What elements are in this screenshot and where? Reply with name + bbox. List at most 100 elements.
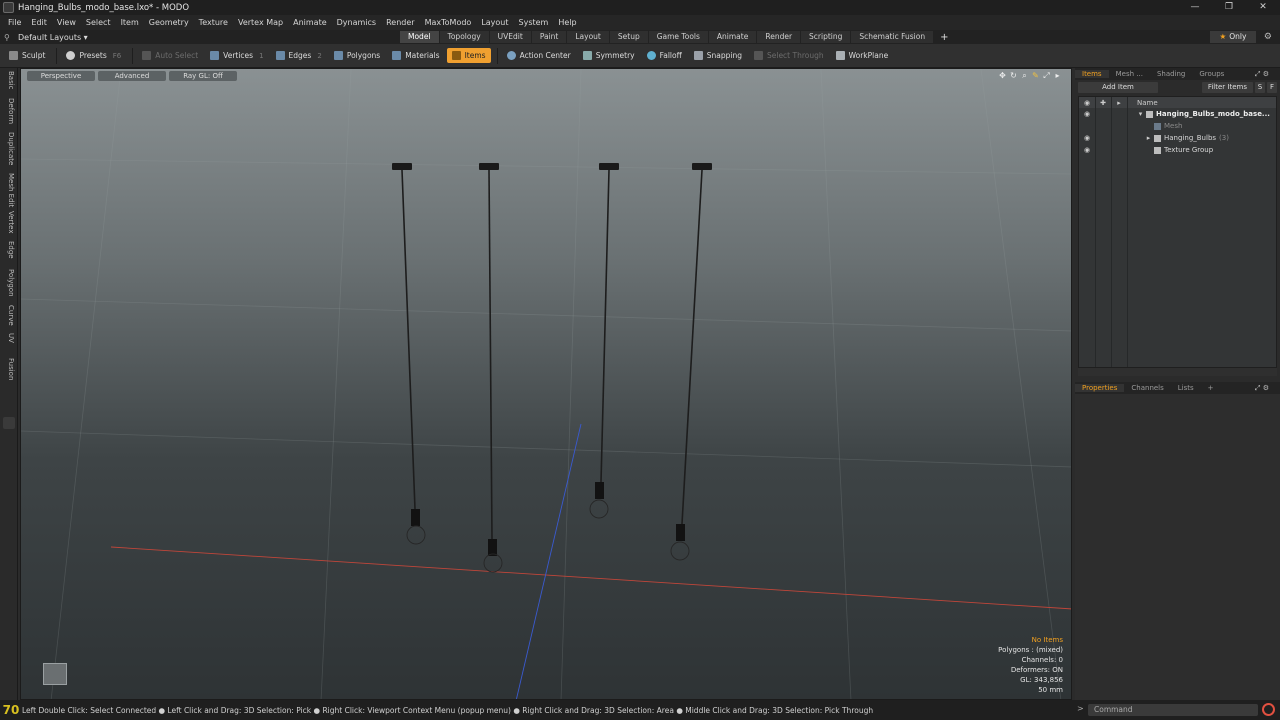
layout-tab-uvedit[interactable]: UVEdit bbox=[489, 31, 531, 43]
item-row[interactable]: Mesh bbox=[1079, 120, 1276, 132]
left-tab-curve[interactable]: Curve bbox=[3, 305, 15, 326]
snapping-button[interactable]: Snapping bbox=[689, 48, 747, 63]
polygons-button[interactable]: Polygons bbox=[329, 48, 385, 63]
menu-file[interactable]: File bbox=[3, 18, 26, 27]
add-tab-icon[interactable]: + bbox=[940, 32, 948, 43]
add-panel-tab-icon[interactable]: + bbox=[1201, 384, 1221, 392]
layouts-dropdown[interactable]: ⚲ Default Layouts ▾ bbox=[4, 33, 400, 42]
visibility-eye-icon[interactable]: ◉ bbox=[1079, 110, 1095, 118]
items-scrollbar[interactable] bbox=[1078, 368, 1277, 376]
left-tab-uv[interactable]: UV bbox=[3, 333, 15, 343]
left-tab-vertex[interactable]: Vertex bbox=[3, 211, 15, 234]
command-input[interactable]: Command bbox=[1088, 704, 1258, 716]
menu-render[interactable]: Render bbox=[381, 18, 419, 27]
vertices-button[interactable]: Vertices 1 bbox=[205, 48, 268, 63]
items-button[interactable]: Items bbox=[446, 48, 491, 63]
hanging-bulb[interactable] bbox=[589, 163, 619, 519]
left-tab-edge[interactable]: Edge bbox=[3, 241, 15, 259]
toolbox-toggle-icon[interactable] bbox=[3, 417, 15, 429]
layout-tab-scripting[interactable]: Scripting bbox=[801, 31, 851, 43]
layout-tab-model[interactable]: Model bbox=[400, 31, 439, 43]
presets-button[interactable]: Presets F6 bbox=[61, 48, 126, 63]
layout-tab-schematic-fusion[interactable]: Schematic Fusion bbox=[851, 31, 934, 43]
close-button[interactable]: ✕ bbox=[1246, 0, 1280, 15]
filter-items-button[interactable]: Filter Items bbox=[1201, 82, 1253, 93]
menu-geometry[interactable]: Geometry bbox=[144, 18, 194, 27]
filter-f-button[interactable]: F bbox=[1267, 82, 1277, 93]
panel-tab-properties[interactable]: Properties bbox=[1075, 384, 1125, 392]
hanging-bulb[interactable] bbox=[670, 163, 712, 561]
minimize-button[interactable]: — bbox=[1178, 0, 1212, 15]
panel-options-icon[interactable]: ⤢ ⚙ bbox=[1248, 70, 1276, 79]
layout-tab-setup[interactable]: Setup bbox=[609, 31, 648, 43]
menu-layout[interactable]: Layout bbox=[476, 18, 513, 27]
symmetry-button[interactable]: Symmetry bbox=[578, 48, 640, 63]
left-tab-fusion[interactable]: Fusion bbox=[3, 358, 15, 380]
panel-tab-channels[interactable]: Channels bbox=[1124, 384, 1170, 392]
item-row[interactable]: ◉ ▾ Hanging_Bulbs_modo_base... bbox=[1079, 108, 1276, 120]
edges-button[interactable]: Edges 2 bbox=[271, 48, 327, 63]
panel-tab-mesh[interactable]: Mesh ... bbox=[1109, 70, 1150, 78]
left-tab-deform[interactable]: Deform bbox=[3, 98, 15, 124]
layout-tab-layout[interactable]: Layout bbox=[567, 31, 609, 43]
only-toggle[interactable]: ★ Only bbox=[1210, 31, 1256, 43]
action-center-button[interactable]: Action Center bbox=[502, 48, 576, 63]
expand-arrow-icon[interactable]: ▾ bbox=[1135, 110, 1146, 118]
menu-animate[interactable]: Animate bbox=[288, 18, 332, 27]
layout-tab-topology[interactable]: Topology bbox=[439, 31, 489, 43]
hanging-bulb[interactable] bbox=[392, 163, 426, 545]
maximize-button[interactable]: ❐ bbox=[1212, 0, 1246, 15]
expand-icon[interactable]: ⤢ bbox=[1041, 71, 1052, 81]
menu-system[interactable]: System bbox=[514, 18, 554, 27]
falloff-button[interactable]: Falloff bbox=[642, 48, 687, 63]
raygl-toggle[interactable]: Ray GL: Off bbox=[169, 71, 237, 81]
materials-button[interactable]: Materials bbox=[387, 48, 444, 63]
panel-options-icon[interactable]: ⤢ ⚙ bbox=[1248, 384, 1276, 393]
left-tab-mesh-edit[interactable]: Mesh Edit bbox=[3, 173, 15, 207]
layout-tab-render[interactable]: Render bbox=[757, 31, 801, 43]
expand-arrow-icon[interactable]: ▸ bbox=[1143, 134, 1154, 142]
panel-tab-items[interactable]: Items bbox=[1075, 70, 1109, 78]
menu-help[interactable]: Help bbox=[553, 18, 581, 27]
left-tab-basic[interactable]: Basic bbox=[3, 71, 15, 90]
panel-tab-lists[interactable]: Lists bbox=[1171, 384, 1201, 392]
select-through-button[interactable]: Select Through bbox=[749, 48, 829, 63]
view-mode-dropdown[interactable]: Perspective bbox=[27, 71, 95, 81]
add-item-button[interactable]: Add Item bbox=[1078, 82, 1158, 93]
auto-select-button[interactable]: Auto Select bbox=[137, 48, 203, 63]
camera-icon[interactable]: ✎ bbox=[1030, 71, 1041, 81]
symmetry-icon bbox=[582, 51, 592, 60]
pan-icon[interactable]: ✥ bbox=[997, 71, 1008, 81]
menu-item[interactable]: Item bbox=[116, 18, 144, 27]
visibility-eye-icon[interactable]: ◉ bbox=[1079, 134, 1095, 142]
visibility-eye-icon[interactable]: ◉ bbox=[1079, 146, 1095, 154]
layout-tab-paint[interactable]: Paint bbox=[531, 31, 567, 43]
item-row[interactable]: ◉ ▸ Hanging_Bulbs (3) bbox=[1079, 132, 1276, 144]
workplane-button[interactable]: WorkPlane bbox=[831, 48, 894, 63]
shading-mode-dropdown[interactable]: Advanced bbox=[98, 71, 166, 81]
panel-tab-groups[interactable]: Groups bbox=[1192, 70, 1231, 78]
3d-viewport[interactable]: Perspective Advanced Ray GL: Off ✥ ↻ ⌕ ✎… bbox=[20, 68, 1072, 700]
left-tab-polygon[interactable]: Polygon bbox=[3, 269, 15, 297]
left-tab-duplicate[interactable]: Duplicate bbox=[3, 132, 15, 165]
filter-s-button[interactable]: S bbox=[1255, 82, 1265, 93]
panel-tab-shading[interactable]: Shading bbox=[1150, 70, 1192, 78]
zoom-icon[interactable]: ⌕ bbox=[1019, 71, 1030, 81]
gear-icon[interactable]: ⚙ bbox=[1264, 30, 1272, 44]
menu-dynamics[interactable]: Dynamics bbox=[332, 18, 381, 27]
layout-tab-animate[interactable]: Animate bbox=[708, 31, 757, 43]
hanging-bulb[interactable] bbox=[479, 163, 503, 573]
menu-maxtomodo[interactable]: MaxToModo bbox=[420, 18, 477, 27]
orbit-icon[interactable]: ↻ bbox=[1008, 71, 1019, 81]
sculpt-button[interactable]: Sculpt bbox=[4, 48, 50, 63]
item-row[interactable]: ◉ Texture Group bbox=[1079, 144, 1276, 156]
name-column-header[interactable]: Name bbox=[1137, 99, 1158, 107]
menu-texture[interactable]: Texture bbox=[194, 18, 233, 27]
layout-tab-game-tools[interactable]: Game Tools bbox=[648, 31, 708, 43]
menu-view[interactable]: View bbox=[52, 18, 81, 27]
menu-select[interactable]: Select bbox=[81, 18, 116, 27]
viewport-menu-icon[interactable]: ▸ bbox=[1052, 71, 1063, 81]
record-icon[interactable] bbox=[1262, 703, 1275, 716]
menu-edit[interactable]: Edit bbox=[26, 18, 52, 27]
menu-vertex-map[interactable]: Vertex Map bbox=[233, 18, 288, 27]
